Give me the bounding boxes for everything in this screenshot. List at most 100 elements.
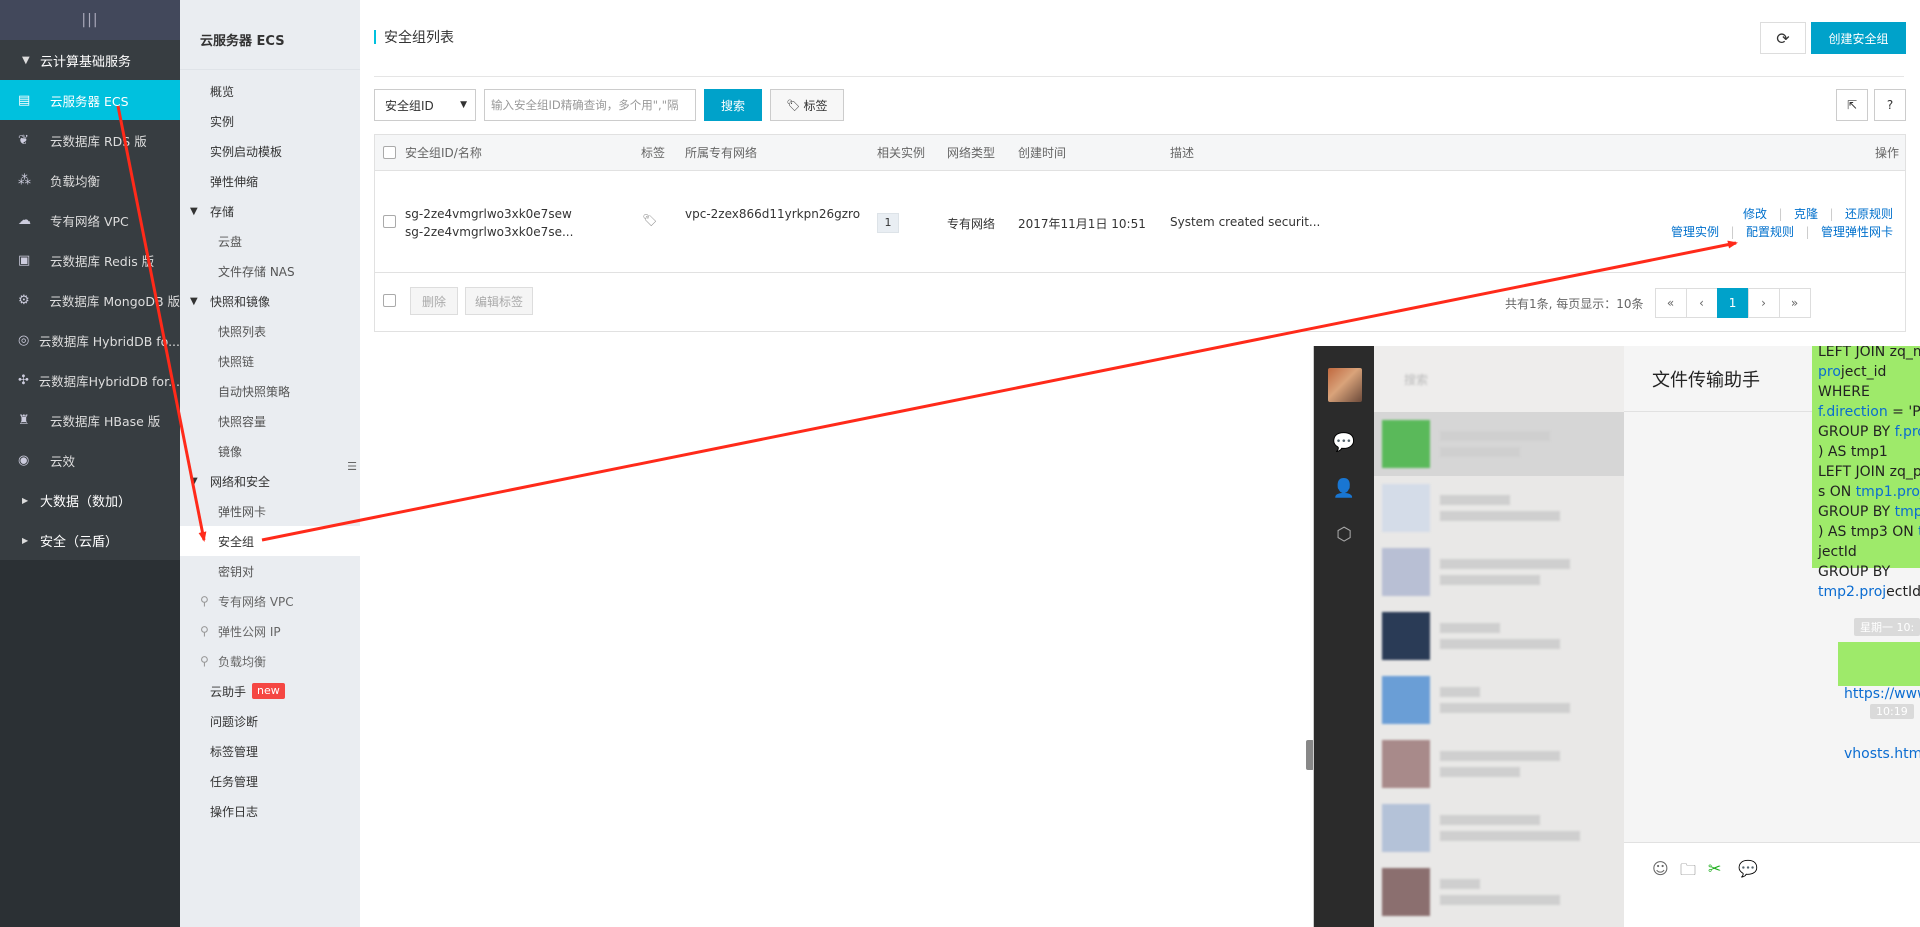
- nav-group[interactable]: ▶ 安全（云盾）: [0, 520, 180, 560]
- message-text: GROUP BY: [1818, 504, 1895, 520]
- sidebar-item[interactable]: ♜ 云数据库 HBase 版: [0, 400, 180, 440]
- nav-group[interactable]: ▶ 大数据（数加）: [0, 480, 180, 520]
- chat-icon[interactable]: 💬: [1332, 430, 1356, 454]
- sidebar-item-icon: ⚙: [18, 292, 30, 308]
- emoji-icon[interactable]: ☺: [1652, 859, 1669, 878]
- create-security-group-button[interactable]: 创建安全组: [1811, 22, 1906, 54]
- footer-select-all-checkbox[interactable]: [383, 294, 396, 307]
- link-line[interactable]: https://www: [1844, 684, 1920, 704]
- search-field-select[interactable]: 安全组ID ▼: [374, 89, 476, 121]
- favorites-icon[interactable]: ⬡: [1332, 522, 1356, 546]
- sub-nav-item[interactable]: 操作日志: [180, 796, 360, 826]
- sub-nav-item[interactable]: 云盘: [180, 226, 360, 256]
- next-page-button[interactable]: ›: [1747, 288, 1780, 318]
- sub-nav-item[interactable]: ⚲ 弹性公网 IP: [180, 616, 360, 646]
- sub-nav-label: 快照和镜像: [210, 294, 271, 309]
- action-separator: |: [1770, 207, 1791, 221]
- sidebar-item[interactable]: ❦ 云数据库 RDS 版: [0, 120, 180, 160]
- prev-page-button[interactable]: ‹: [1685, 288, 1718, 318]
- sub-nav-item[interactable]: 标签管理: [180, 736, 360, 766]
- message-text: WHERE: [1818, 384, 1870, 400]
- sidebar-item[interactable]: ▤ 云服务器 ECS: [0, 80, 180, 120]
- modify-link[interactable]: 修改: [1743, 207, 1767, 221]
- folder-icon[interactable]: 🗀: [1680, 859, 1696, 886]
- sub-nav-item[interactable]: 快照列表: [180, 316, 360, 346]
- instance-count-badge[interactable]: 1: [877, 213, 899, 233]
- network-type: 专有网络: [947, 217, 996, 231]
- row-tag-icon[interactable]: 🏷: [642, 213, 657, 227]
- conversation-search[interactable]: 搜索: [1374, 346, 1624, 412]
- list-item[interactable]: [1374, 540, 1624, 604]
- delete-button[interactable]: 删除: [410, 287, 458, 315]
- sub-nav-item[interactable]: 快照链: [180, 346, 360, 376]
- sub-nav-item[interactable]: 密钥对: [180, 556, 360, 586]
- sub-nav-item[interactable]: 快照容量: [180, 406, 360, 436]
- sub-nav-item[interactable]: 自动快照策略: [180, 376, 360, 406]
- sub-nav-item[interactable]: ⚲ 负载均衡: [180, 646, 360, 676]
- message-text: GROUP BY: [1818, 424, 1895, 440]
- chat-history-icon[interactable]: 💬: [1738, 859, 1758, 878]
- message-bubble[interactable]: LEFT JOIN zq_m project_id WHERE f.direction…: [1812, 346, 1920, 600]
- last-page-button[interactable]: »: [1778, 288, 1811, 318]
- select-value: 安全组ID: [385, 98, 434, 113]
- list-item[interactable]: [1374, 732, 1624, 796]
- configure-rules-link[interactable]: 配置规则: [1746, 225, 1794, 239]
- sidebar-toggle-icon[interactable]: |||: [0, 0, 180, 40]
- sub-nav-label: 网络和安全: [210, 474, 271, 489]
- sidebar-item[interactable]: ☁ 专有网络 VPC: [0, 200, 180, 240]
- manage-instances-link[interactable]: 管理实例: [1671, 225, 1719, 239]
- sub-nav-item[interactable]: 实例: [180, 106, 360, 136]
- list-item[interactable]: [1374, 412, 1624, 476]
- sub-nav-item[interactable]: 云助手 new: [180, 676, 360, 706]
- sub-nav-item[interactable]: ⚲ 专有网络 VPC: [180, 586, 360, 616]
- avatar[interactable]: [1328, 368, 1362, 402]
- collapse-sidebar-icon[interactable]: ☰: [344, 446, 360, 486]
- list-item[interactable]: [1374, 860, 1624, 924]
- restore-rules-link[interactable]: 还原规则: [1845, 207, 1893, 221]
- sub-nav-item[interactable]: 实例启动模板: [180, 136, 360, 166]
- product-sidebar: 云服务器 ECS 概览 实例 实例启动模板 弹性伸缩 ▼ 存储 云盘 文件存储 NAS ▼ 快照和…: [180, 0, 360, 927]
- sidebar-item[interactable]: ◎ 云数据库 HybridDB fo...: [0, 320, 180, 360]
- sidebar-item[interactable]: ◉ 云效: [0, 440, 180, 480]
- caret-right-icon: ▶: [22, 495, 29, 505]
- contacts-icon[interactable]: 👤: [1332, 476, 1356, 500]
- list-item[interactable]: [1374, 604, 1624, 668]
- sub-nav-item[interactable]: 问题诊断: [180, 706, 360, 736]
- sub-nav-item[interactable]: 任务管理: [180, 766, 360, 796]
- sub-nav-label: 任务管理: [210, 774, 259, 789]
- page-1-button[interactable]: 1: [1716, 288, 1749, 318]
- sub-nav-item[interactable]: 安全组: [180, 526, 360, 556]
- sub-nav-item[interactable]: 文件存储 NAS: [180, 256, 360, 286]
- sidebar-item[interactable]: ✣ 云数据库HybridDB for...: [0, 360, 180, 400]
- sub-nav-group[interactable]: ▼ 存储: [180, 196, 360, 226]
- refresh-button[interactable]: ⟳: [1760, 22, 1806, 54]
- row-checkbox[interactable]: [383, 215, 396, 228]
- export-button[interactable]: ⇱: [1836, 89, 1868, 121]
- list-item[interactable]: [1374, 796, 1624, 860]
- sub-nav-item[interactable]: 概览: [180, 76, 360, 106]
- sidebar-item[interactable]: ▣ 云数据库 Redis 版: [0, 240, 180, 280]
- select-all-checkbox[interactable]: [383, 146, 396, 159]
- list-item[interactable]: [1374, 476, 1624, 540]
- tag-filter-button[interactable]: 🏷 标签: [770, 89, 844, 121]
- first-page-button[interactable]: «: [1654, 288, 1687, 318]
- sidebar-item[interactable]: ⁂ 负载均衡: [0, 160, 180, 200]
- sidebar-item-label: 云数据库 RDS 版: [50, 133, 147, 149]
- sub-nav-group[interactable]: ▼ 网络和安全: [180, 466, 360, 496]
- list-item[interactable]: [1374, 668, 1624, 732]
- nav-group-cloud-basic[interactable]: ▼ 云计算基础服务: [0, 40, 180, 80]
- link-line[interactable]: vhosts.html: [1844, 744, 1920, 764]
- search-input[interactable]: 输入安全组ID精确查询，多个用","隔: [484, 89, 696, 121]
- screenshot-icon[interactable]: ✂: [1708, 859, 1721, 878]
- manage-eni-link[interactable]: 管理弹性网卡: [1821, 225, 1893, 239]
- sidebar-item[interactable]: ⚙ 云数据库 MongoDB 版: [0, 280, 180, 320]
- link-message-bubble[interactable]: https://www vhosts.html: [1838, 642, 1920, 762]
- edit-tags-button[interactable]: 编辑标签: [465, 287, 533, 315]
- search-button[interactable]: 搜索: [704, 89, 762, 121]
- clone-link[interactable]: 克隆: [1794, 207, 1818, 221]
- help-button[interactable]: ?: [1874, 89, 1906, 121]
- sub-nav-item[interactable]: 弹性网卡: [180, 496, 360, 526]
- sub-nav-item[interactable]: 镜像: [180, 436, 360, 466]
- sub-nav-item[interactable]: 弹性伸缩: [180, 166, 360, 196]
- sub-nav-group[interactable]: ▼ 快照和镜像: [180, 286, 360, 316]
